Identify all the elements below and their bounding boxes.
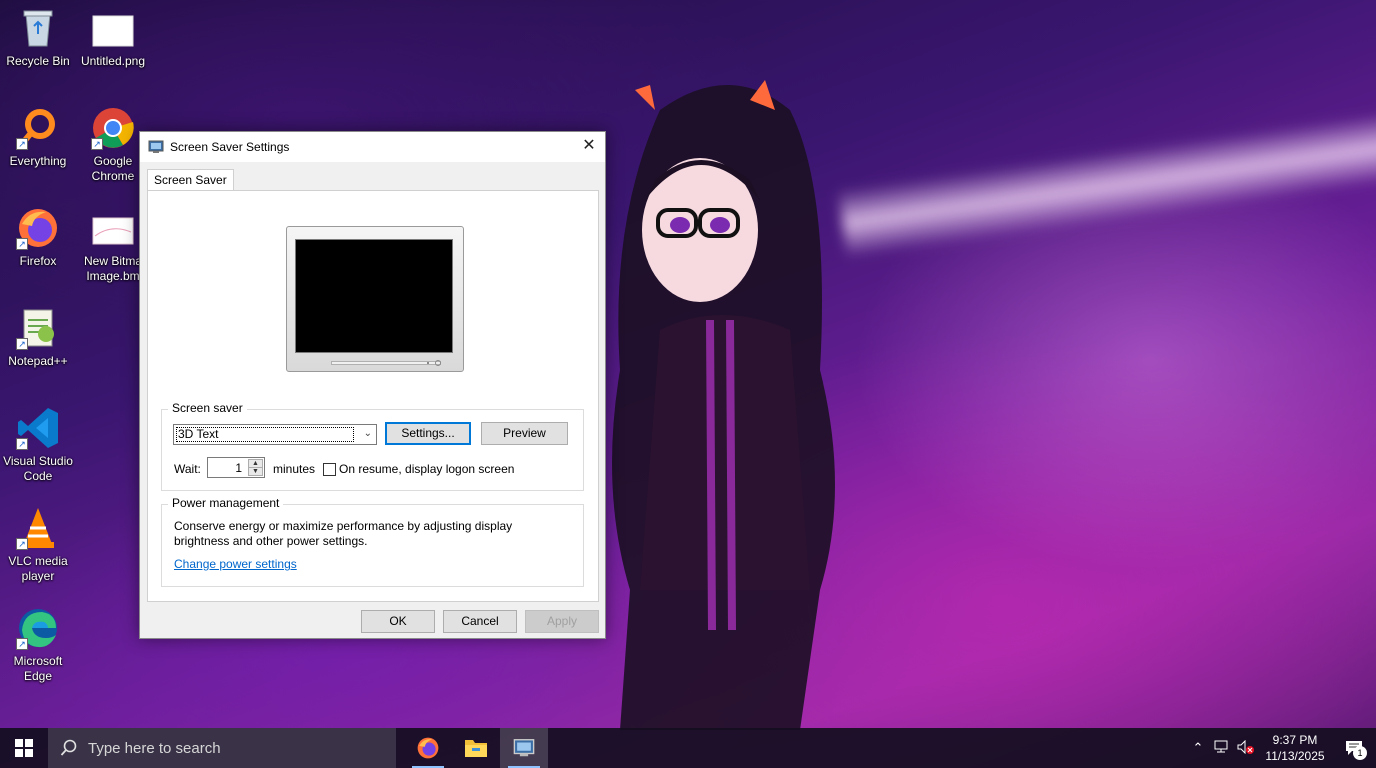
taskbar: Type here to search ⌃ 9:37 PM 11/13/2025… (0, 728, 1376, 768)
wallpaper-light-streak (837, 111, 1376, 259)
action-center-button[interactable]: 1 (1332, 728, 1376, 768)
settings-button[interactable]: Settings... (385, 422, 471, 445)
power-management-label: Power management (168, 496, 284, 510)
desktop-icon-firefox[interactable]: ↗ Firefox (0, 206, 76, 269)
screen-saver-settings-dialog: Screen Saver Settings ✕ Screen Saver Scr… (139, 131, 606, 639)
shortcut-arrow-icon: ↗ (16, 338, 28, 350)
close-button[interactable]: ✕ (573, 132, 605, 162)
bitmap-file-icon (91, 206, 135, 250)
taskbar-app-firefox[interactable] (404, 728, 452, 768)
screen-saver-selected-value: 3D Text (176, 427, 354, 442)
clock-date: 11/13/2025 (1265, 749, 1325, 763)
everything-search-icon: ↗ (16, 106, 60, 150)
desktop-icon-everything[interactable]: ↗ Everything (0, 106, 76, 169)
dialog-titlebar[interactable]: Screen Saver Settings ✕ (140, 132, 605, 162)
wait-value: 1 (235, 461, 242, 475)
wallpaper-character (612, 80, 835, 730)
resume-logon-label: On resume, display logon screen (339, 462, 515, 476)
chevron-up-icon[interactable]: ⌃ (1186, 740, 1210, 756)
preview-screen (295, 239, 453, 353)
shortcut-arrow-icon: ↗ (16, 238, 28, 250)
image-file-icon (91, 6, 135, 50)
wait-label: Wait: (174, 462, 201, 476)
shortcut-arrow-icon: ↗ (16, 638, 28, 650)
monitor-power-icon (435, 360, 441, 366)
shortcut-arrow-icon: ↗ (16, 138, 28, 150)
minutes-label: minutes (273, 462, 316, 476)
desktop-icon-vscode[interactable]: ↗ Visual Studio Code (0, 406, 76, 484)
apply-button[interactable]: Apply (525, 610, 599, 633)
monitor-bezel-bar (331, 361, 441, 365)
taskbar-search-box[interactable]: Type here to search (48, 728, 396, 768)
windows-logo-icon (15, 739, 33, 757)
chevron-down-icon: ⌄ (363, 428, 372, 439)
edge-icon: ↗ (16, 606, 60, 650)
screen-saver-preview-monitor (286, 226, 464, 372)
cancel-button[interactable]: Cancel (443, 610, 517, 633)
clock-time: 9:37 PM (1272, 733, 1318, 747)
folder-icon (465, 740, 487, 757)
vscode-icon: ↗ (16, 406, 60, 450)
shortcut-arrow-icon: ↗ (16, 438, 28, 450)
display-settings-icon (148, 140, 164, 153)
desktop-icon-recycle-bin[interactable]: Recycle Bin (0, 6, 76, 69)
dialog-title: Screen Saver Settings (170, 140, 290, 154)
taskbar-clock[interactable]: 9:37 PM 11/13/2025 (1258, 732, 1332, 764)
chrome-icon: ↗ (91, 106, 135, 150)
monitor-indicator (427, 362, 429, 364)
notification-count-badge: 1 (1353, 746, 1367, 760)
power-description-line2: brightness and other power settings. (174, 534, 368, 548)
wait-minutes-spinner[interactable]: 1 ▲ ▼ (207, 457, 265, 478)
close-icon: ✕ (582, 137, 596, 154)
vlc-icon: ↗ (16, 506, 60, 550)
screen-saver-select[interactable]: 3D Text ⌄ (173, 424, 377, 445)
recycle-bin-icon (16, 6, 60, 50)
tab-screen-saver[interactable]: Screen Saver (147, 169, 234, 191)
resume-logon-checkbox[interactable] (323, 463, 336, 476)
screen-saver-group-label: Screen saver (168, 401, 247, 415)
spin-down-icon[interactable]: ▼ (248, 467, 263, 476)
volume-muted-icon[interactable] (1234, 739, 1258, 757)
search-placeholder: Type here to search (88, 739, 221, 757)
change-power-settings-link[interactable]: Change power settings (174, 557, 297, 571)
system-tray: ⌃ 9:37 PM 11/13/2025 1 (1186, 728, 1376, 768)
display-settings-icon (513, 739, 535, 757)
taskbar-app-screen-saver-settings[interactable] (500, 728, 548, 768)
search-icon (60, 739, 77, 756)
shortcut-arrow-icon: ↗ (16, 538, 28, 550)
start-button[interactable] (0, 728, 48, 768)
taskbar-app-file-explorer[interactable] (452, 728, 500, 768)
shortcut-arrow-icon: ↗ (91, 138, 103, 150)
firefox-icon (417, 737, 439, 759)
desktop-icon-notepadpp[interactable]: ↗ Notepad++ (0, 306, 76, 369)
notepadpp-icon: ↗ (16, 306, 60, 350)
desktop-icon-vlc[interactable]: ↗ VLC media player (0, 506, 76, 584)
preview-button[interactable]: Preview (481, 422, 568, 445)
network-icon[interactable] (1210, 740, 1234, 757)
desktop-icon-edge[interactable]: ↗ Microsoft Edge (0, 606, 76, 684)
firefox-icon: ↗ (16, 206, 60, 250)
ok-button[interactable]: OK (361, 610, 435, 633)
desktop-icon-untitled-png[interactable]: Untitled.png (75, 6, 151, 69)
power-description-line1: Conserve energy or maximize performance … (174, 519, 513, 533)
